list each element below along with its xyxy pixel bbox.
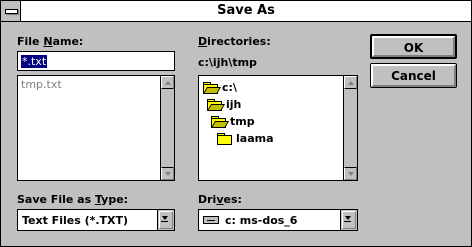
- window-title: Save As: [217, 3, 275, 18]
- file-name-label-pre: File: [17, 35, 44, 48]
- drives-label-post: es:: [223, 193, 242, 206]
- open-folder-icon: [202, 81, 222, 94]
- directory-item-tmp[interactable]: tmp: [210, 113, 255, 129]
- arrow-up-icon: [348, 81, 354, 85]
- current-directory-path: c:\ijh\tmp: [198, 56, 257, 69]
- save-type-value: Text Files (*.TXT): [22, 214, 129, 227]
- folder-icon: [217, 132, 232, 145]
- dropdown-arrow-icon: [345, 216, 351, 220]
- drives-label-accel: v: [216, 193, 224, 206]
- arrow-down-icon: [165, 172, 171, 176]
- ok-button[interactable]: OK: [370, 34, 457, 59]
- hard-drive-icon: [203, 216, 219, 224]
- drives-value: c: ms-dos_6: [225, 214, 298, 227]
- directory-item-label: ijh: [226, 97, 242, 111]
- directory-item-label: c:\: [222, 80, 237, 94]
- open-folder-icon: [210, 115, 230, 128]
- dropdown-button[interactable]: [157, 210, 174, 230]
- open-folder-icon: [206, 98, 226, 111]
- scroll-up-button[interactable]: [161, 76, 174, 89]
- directory-item-laama[interactable]: laama: [217, 130, 274, 146]
- drives-label-pre: Dri: [198, 193, 217, 206]
- file-name-label-accel: N: [43, 35, 53, 48]
- directory-item-root[interactable]: c:\: [202, 79, 237, 95]
- save-as-dialog: Save As File Name: *.txt tmp.txt Directo…: [0, 0, 472, 247]
- title-bar[interactable]: Save As: [1, 1, 471, 22]
- directory-item-label: tmp: [230, 114, 255, 128]
- scroll-up-button[interactable]: [344, 76, 357, 89]
- arrow-up-icon: [165, 81, 171, 85]
- file-name-input[interactable]: *.txt: [17, 51, 175, 71]
- directory-item-ijh[interactable]: ijh: [206, 96, 242, 112]
- directory-tree-scrollbar[interactable]: [343, 76, 357, 180]
- file-list[interactable]: tmp.txt: [17, 75, 175, 181]
- save-type-label: Save File as Type:: [17, 193, 128, 206]
- scroll-track[interactable]: [344, 89, 357, 167]
- scroll-track[interactable]: [161, 89, 174, 167]
- directory-tree[interactable]: c:\ ijh tmp laama: [198, 75, 358, 181]
- directory-item-label: laama: [236, 131, 274, 145]
- scroll-down-button[interactable]: [344, 167, 357, 180]
- file-name-label-post: ame:: [52, 35, 84, 48]
- scroll-down-button[interactable]: [161, 167, 174, 180]
- file-list-scrollbar[interactable]: [160, 76, 174, 180]
- drives-dropdown[interactable]: c: ms-dos_6: [198, 209, 358, 231]
- dropdown-arrow-icon: [162, 216, 168, 220]
- save-type-label-pre: Save File as: [17, 193, 95, 206]
- file-name-input-value: *.txt: [21, 55, 48, 68]
- system-menu-icon: [5, 9, 18, 14]
- ok-button-label: OK: [403, 41, 424, 55]
- arrow-down-icon: [348, 172, 354, 176]
- directories-label-post: irectories:: [207, 35, 271, 48]
- save-type-dropdown[interactable]: Text Files (*.TXT): [17, 209, 175, 231]
- drives-label: Drives:: [198, 193, 242, 206]
- directories-label-accel: D: [198, 35, 208, 48]
- save-type-label-post: ype:: [101, 193, 129, 206]
- directories-label: Directories:: [198, 35, 271, 48]
- dropdown-button[interactable]: [340, 210, 357, 230]
- file-list-item[interactable]: tmp.txt: [21, 78, 62, 91]
- file-name-label: File Name:: [17, 35, 83, 48]
- cancel-button-label: Cancel: [391, 69, 436, 83]
- system-menu-button[interactable]: [1, 1, 21, 21]
- cancel-button[interactable]: Cancel: [370, 63, 457, 88]
